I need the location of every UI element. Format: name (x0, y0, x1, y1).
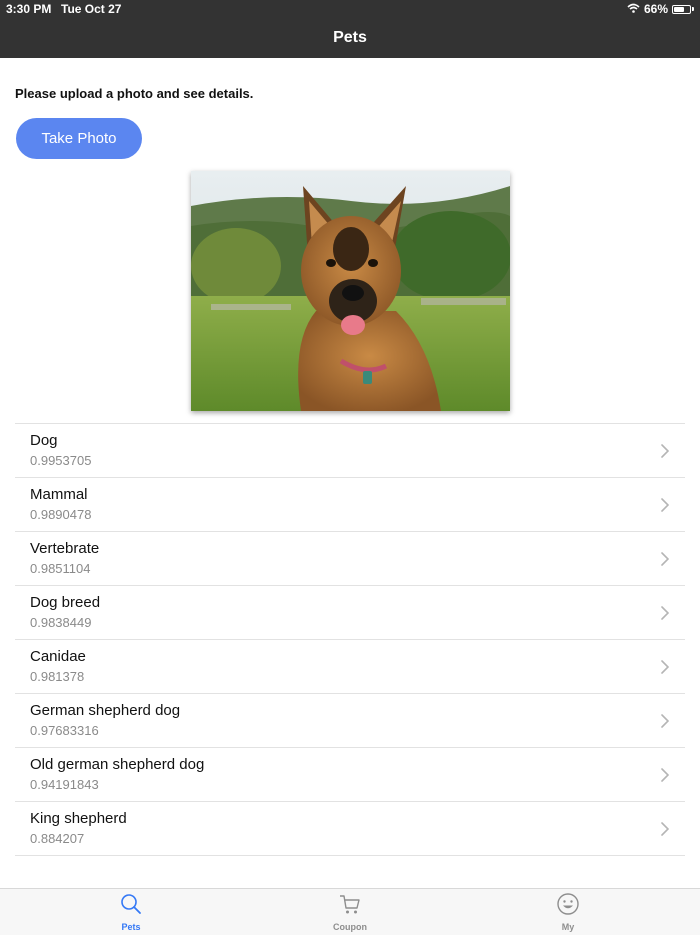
smiley-icon (557, 893, 579, 920)
result-label: Dog breed (30, 594, 101, 611)
result-score: 0.9851104 (30, 561, 91, 576)
take-photo-button[interactable]: Take Photo (16, 118, 142, 159)
result-score: 0.9953705 (30, 453, 92, 468)
tab-label: My (561, 922, 575, 932)
result-label: King shepherd (30, 810, 127, 827)
result-label: Dog (30, 432, 58, 449)
list-item[interactable]: German shepherd dog 0.97683316 (15, 694, 685, 748)
pet-photo (191, 171, 510, 411)
chevron-right-icon (661, 606, 670, 625)
result-score: 0.97683316 (30, 723, 99, 738)
status-indicators: 66% (627, 2, 694, 16)
upload-prompt: Please upload a photo and see details. (15, 86, 254, 101)
list-item[interactable]: King shepherd 0.884207 (15, 802, 685, 856)
chevron-right-icon (661, 552, 670, 571)
search-icon (120, 893, 142, 920)
result-label: Vertebrate (30, 540, 100, 557)
result-label: Canidae (30, 648, 86, 665)
result-score: 0.9838449 (30, 615, 92, 630)
battery-percent: 66% (643, 2, 668, 16)
chevron-right-icon (661, 498, 670, 517)
tab-pets[interactable]: Pets (91, 893, 171, 932)
list-item[interactable]: Vertebrate 0.9851104 (15, 532, 685, 586)
page-title: Pets (333, 29, 367, 46)
result-score: 0.981378 (30, 669, 85, 684)
tab-bar: Pets Coupon My (0, 888, 700, 935)
chevron-right-icon (661, 660, 670, 679)
chevron-right-icon (661, 714, 670, 733)
chevron-right-icon (661, 444, 670, 463)
result-score: 0.884207 (30, 831, 85, 846)
battery-icon (672, 4, 691, 14)
status-date: Tue Oct 27 (61, 2, 122, 16)
tab-coupon[interactable]: Coupon (310, 893, 390, 932)
list-item[interactable]: Dog breed 0.9838449 (15, 586, 685, 640)
wifi-icon (627, 2, 640, 16)
status-time: 3:30 PM (6, 2, 52, 16)
list-item[interactable]: Old german shepherd dog 0.94191843 (15, 748, 685, 802)
result-score: 0.94191843 (30, 777, 99, 792)
result-label: German shepherd dog (30, 702, 181, 719)
cart-icon (339, 893, 361, 920)
list-item[interactable]: Dog 0.9953705 (15, 424, 685, 478)
top-bar: 3:30 PM Tue Oct 27 66% Pets (0, 0, 700, 58)
list-item[interactable]: Mammal 0.9890478 (15, 478, 685, 532)
results-list: Dog 0.9953705 Mammal 0.9890478 Vertebrate 0.9… (15, 423, 685, 856)
result-label: Mammal (30, 486, 88, 503)
tab-label: Coupon (333, 922, 367, 932)
tab-my[interactable]: My (528, 893, 608, 932)
list-item[interactable]: Canidae 0.981378 (15, 640, 685, 694)
chevron-right-icon (661, 822, 670, 841)
result-score: 0.9890478 (30, 507, 92, 522)
tab-label: Pets (121, 922, 141, 932)
chevron-right-icon (661, 768, 670, 787)
result-label: Old german shepherd dog (30, 756, 205, 773)
